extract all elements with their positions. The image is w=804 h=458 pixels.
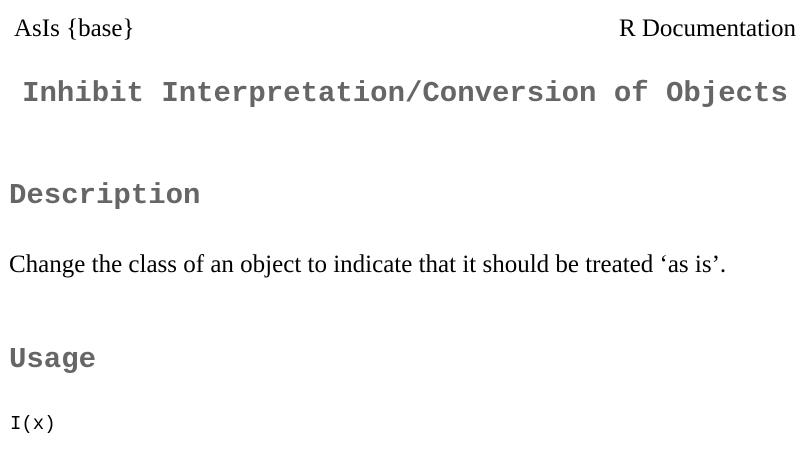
description-heading: Description <box>9 179 201 212</box>
doc-header: AsIs {base} R Documentation <box>0 14 804 46</box>
page-title: Inhibit Interpretation/Conversion of Obj… <box>22 77 788 110</box>
usage-code: I(x) <box>10 413 56 435</box>
description-text: Change the class of an object to indicat… <box>9 251 727 278</box>
doc-source-label: R Documentation <box>618 15 796 42</box>
topic-name: AsIs {base} <box>14 15 135 42</box>
usage-heading: Usage <box>9 343 97 376</box>
